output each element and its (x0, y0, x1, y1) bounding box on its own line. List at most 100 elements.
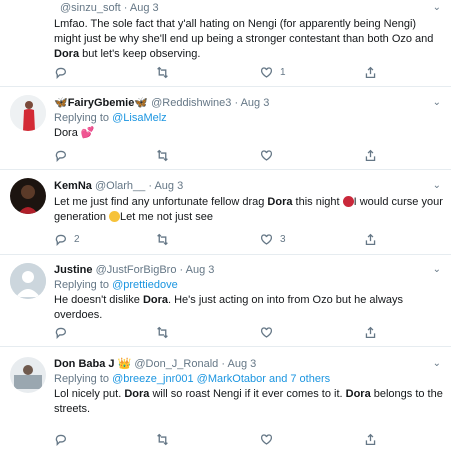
reply-button[interactable] (54, 149, 74, 162)
tweet-actions: 2 3 (54, 233, 394, 247)
hearts-emoji: 💕 (80, 127, 95, 139)
separator-dot: · (234, 97, 239, 109)
tweet[interactable]: 🦋FairyGbemie🦋 @Reddishwine3 · Aug 3 Repl… (0, 87, 451, 170)
text-segment: He doesn't dislike (54, 294, 143, 306)
like-button[interactable]: 1 (260, 66, 286, 79)
reply-count: 2 (74, 234, 80, 245)
tweet-time[interactable]: Aug 3 (130, 2, 159, 14)
share-icon (365, 326, 376, 339)
display-name[interactable]: KemNa (54, 180, 92, 192)
chevron-down-icon[interactable]: ⌄ (433, 97, 441, 108)
tweet-header: @sinzu_soft · Aug 3 (54, 1, 443, 16)
chevron-down-icon[interactable]: ⌄ (433, 180, 441, 191)
reply-button[interactable] (54, 66, 74, 79)
retweet-button[interactable] (156, 326, 176, 339)
tweet[interactable]: Justine @JustForBigBro · Aug 3 Replying … (0, 255, 451, 347)
retweet-button[interactable] (156, 149, 176, 162)
share-icon (365, 66, 376, 79)
retweet-button[interactable] (156, 233, 176, 246)
like-button[interactable] (260, 326, 280, 339)
default-avatar-icon (10, 263, 46, 299)
user-handle[interactable]: @Reddishwine3 (151, 97, 231, 109)
tweet-header: 🦋FairyGbemie🦋 @Reddishwine3 · Aug 3 (54, 96, 443, 111)
chevron-down-icon[interactable]: ⌄ (433, 358, 441, 369)
like-count: 1 (280, 67, 286, 78)
avatar[interactable] (10, 95, 46, 131)
share-icon (365, 149, 376, 162)
text-segment: Lmfao. The sole fact that y'all hating o… (54, 18, 434, 45)
keyword-highlight: Dora (54, 48, 80, 60)
crown-emoji: 👑 (117, 358, 132, 370)
display-name[interactable]: Don Baba J (54, 358, 115, 370)
text-segment: Lol nicely put. (54, 388, 125, 400)
separator-dot: · (221, 358, 226, 370)
tweet-actions (54, 149, 394, 163)
separator-dot: · (123, 2, 128, 14)
tweet-time[interactable]: Aug 3 (186, 264, 215, 276)
reply-button[interactable] (54, 326, 74, 339)
tweet-actions: 1 (54, 66, 394, 80)
tweet[interactable]: @sinzu_soft · Aug 3 Lmfao. The sole fact… (0, 0, 451, 87)
share-button[interactable] (364, 149, 377, 162)
share-button[interactable] (364, 66, 377, 79)
text-segment: this night (292, 196, 343, 208)
like-button[interactable] (260, 433, 280, 446)
retweet-icon (157, 326, 168, 339)
chevron-down-icon[interactable]: ⌄ (433, 2, 441, 13)
tweet-time[interactable]: Aug 3 (241, 97, 270, 109)
tweet-header: Don Baba J 👑 @Don_J_Ronald · Aug 3 (54, 357, 443, 372)
tweet[interactable]: KemNa @Olarh__ · Aug 3 Let me just find … (0, 170, 451, 255)
tweet-header: KemNa @Olarh__ · Aug 3 (54, 179, 443, 194)
replying-label: Replying to (54, 373, 110, 385)
like-icon (260, 327, 273, 338)
reply-button[interactable] (54, 433, 74, 446)
reply-icon (55, 234, 67, 246)
keyword-highlight: Dora (124, 388, 150, 400)
tweet-time[interactable]: Aug 3 (227, 358, 256, 370)
display-name[interactable]: FairyGbemie (68, 97, 135, 109)
tweet-feed: @sinzu_soft · Aug 3 Lmfao. The sole fact… (0, 0, 451, 450)
reply-button[interactable]: 2 (54, 233, 80, 246)
like-button[interactable] (260, 149, 280, 162)
retweet-button[interactable] (156, 66, 176, 79)
retweet-icon (157, 66, 168, 79)
replying-to: Replying to @breeze_jnr001 @MarkOtabor a… (54, 372, 443, 387)
retweet-button[interactable] (156, 433, 176, 446)
like-icon (260, 434, 273, 445)
reply-target-link[interactable]: @breeze_jnr001 @MarkOtabor and 7 others (112, 373, 330, 385)
tweet-actions (54, 326, 394, 340)
tweet-time[interactable]: Aug 3 (154, 180, 183, 192)
like-button[interactable]: 3 (260, 233, 286, 246)
angry-emoji (342, 196, 354, 207)
like-icon (260, 150, 273, 161)
reply-icon (55, 434, 67, 446)
reply-icon (55, 67, 67, 79)
tweet[interactable]: Don Baba J 👑 @Don_J_Ronald · Aug 3 Reply… (0, 347, 451, 450)
retweet-icon (157, 433, 168, 446)
avatar-image (10, 95, 46, 131)
text-segment: but let's keep observing. (79, 48, 201, 60)
reply-target-link[interactable]: @LisaMelz (112, 112, 167, 124)
user-handle[interactable]: @Don_J_Ronald (134, 358, 218, 370)
crying-laughing-emoji (109, 211, 121, 222)
share-button[interactable] (364, 433, 377, 446)
text-segment: will so roast Nengi if it ever comes to … (149, 388, 346, 400)
reply-target-link[interactable]: @prettiedove (112, 279, 178, 291)
user-handle[interactable]: @Olarh__ (95, 180, 145, 192)
reply-icon (55, 150, 67, 162)
tweet-header: Justine @JustForBigBro · Aug 3 (54, 263, 443, 278)
chevron-down-icon[interactable]: ⌄ (433, 264, 441, 275)
separator-dot: · (148, 180, 153, 192)
keyword-highlight: Dora (345, 388, 371, 400)
share-icon (365, 233, 376, 246)
share-button[interactable] (364, 326, 377, 339)
avatar[interactable] (10, 263, 46, 299)
avatar[interactable] (10, 357, 46, 393)
user-handle[interactable]: @JustForBigBro (96, 264, 177, 276)
butterfly-emoji: 🦋 (54, 97, 68, 109)
display-name[interactable]: Justine (54, 264, 93, 276)
share-button[interactable] (364, 233, 377, 246)
tweet-actions (54, 433, 394, 447)
user-handle[interactable]: @sinzu_soft (60, 2, 121, 14)
like-icon (260, 67, 273, 78)
